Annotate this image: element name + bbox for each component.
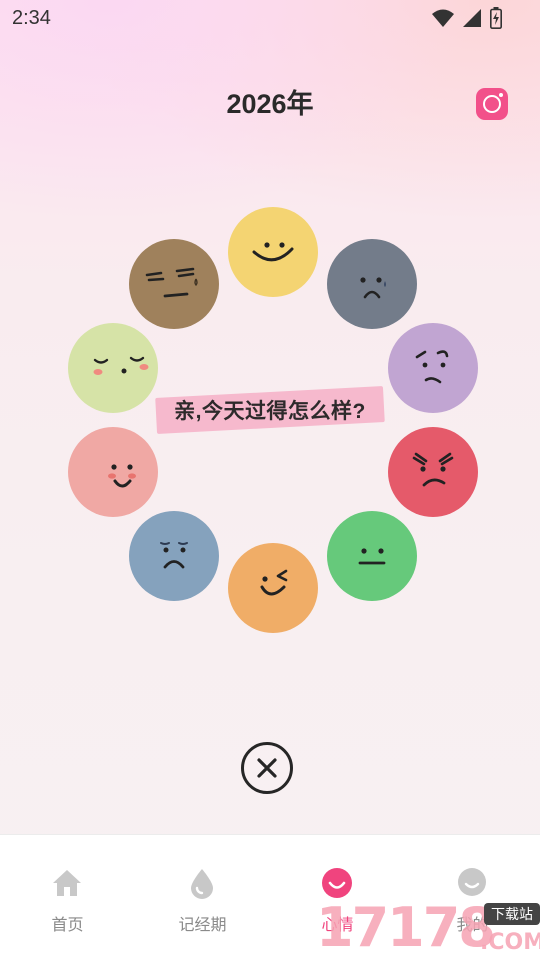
- camera-icon: [483, 95, 501, 113]
- drop-icon: [191, 869, 213, 899]
- nav-label-home: 首页: [51, 917, 84, 934]
- mood-content[interactable]: [68, 323, 158, 413]
- nav-item-home[interactable]: 首页: [0, 835, 135, 961]
- angry-face-icon: [388, 427, 478, 517]
- happy-face-icon: [228, 207, 318, 297]
- mood-icon: [322, 868, 352, 898]
- battery-charging-icon: [490, 7, 502, 29]
- mood-happy[interactable]: [228, 207, 318, 297]
- wifi-icon: [432, 9, 454, 27]
- smug-face-icon: [129, 239, 219, 329]
- nav-item-period[interactable]: 记经期: [135, 835, 270, 961]
- watermark-number: 17178: [316, 896, 496, 959]
- watermark-tag: 下载站: [484, 903, 540, 925]
- sad-face-icon: [129, 511, 219, 601]
- content-face-icon: [68, 323, 158, 413]
- mood-confused[interactable]: [388, 323, 478, 413]
- mood-wink[interactable]: [228, 543, 318, 633]
- home-icon: [53, 870, 81, 896]
- prompt-text: 亲,今天过得怎么样?: [174, 400, 366, 423]
- wink-face-icon: [228, 543, 318, 633]
- page-title: 2026年: [226, 89, 314, 119]
- mood-sad[interactable]: [129, 511, 219, 601]
- close-button[interactable]: [241, 742, 293, 794]
- close-icon: [257, 758, 277, 778]
- camera-button[interactable]: [476, 88, 508, 120]
- profile-icon: [458, 868, 486, 896]
- worried-face-icon: [327, 239, 417, 329]
- status-icons: [432, 7, 502, 29]
- nav-label-period: 记经期: [178, 917, 227, 934]
- neutral-face-icon: [327, 511, 417, 601]
- status-bar: 2:34: [0, 0, 540, 38]
- shy-face-icon: [68, 427, 158, 517]
- mood-neutral[interactable]: [327, 511, 417, 601]
- mood-smug[interactable]: [129, 239, 219, 329]
- mood-worried[interactable]: [327, 239, 417, 329]
- confused-face-icon: [388, 323, 478, 413]
- watermark-suffix: .COM: [480, 930, 540, 955]
- mood-shy[interactable]: [68, 427, 158, 517]
- mood-angry[interactable]: [388, 427, 478, 517]
- status-time: 2:34: [12, 7, 51, 29]
- cell-signal-icon: [463, 9, 481, 27]
